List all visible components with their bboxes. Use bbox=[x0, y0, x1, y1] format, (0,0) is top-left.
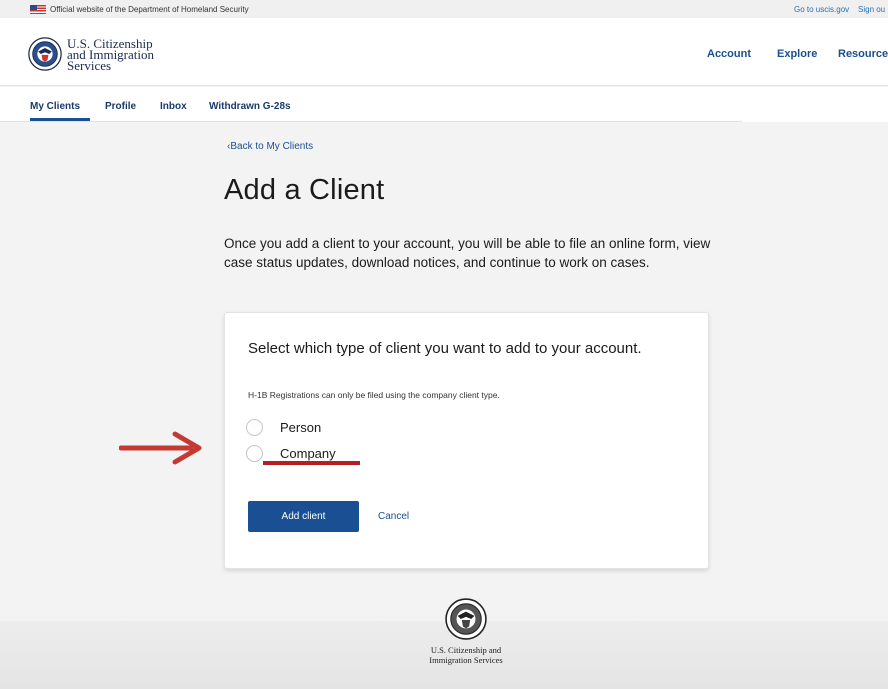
sub-nav-divider bbox=[0, 121, 742, 122]
sign-out-link[interactable]: Sign ou bbox=[858, 5, 885, 14]
sub-nav: My Clients Profile Inbox Withdrawn G-28s bbox=[0, 87, 888, 122]
nav-explore[interactable]: Explore bbox=[777, 48, 817, 60]
site-header: U.S. Citizenship and Immigration Service… bbox=[0, 18, 888, 86]
footer-agency-line2: Immigration Services bbox=[429, 655, 503, 665]
back-link-label: Back to My Clients bbox=[230, 141, 314, 152]
tab-inbox[interactable]: Inbox bbox=[160, 101, 187, 113]
footer-agency-name: U.S. Citizenship and Immigration Service… bbox=[380, 645, 552, 665]
tab-profile[interactable]: Profile bbox=[105, 101, 136, 113]
gov-banner-text: Official website of the Department of Ho… bbox=[50, 5, 249, 14]
annotation-underline bbox=[263, 461, 360, 465]
back-to-my-clients-link[interactable]: ‹Back to My Clients bbox=[227, 141, 313, 153]
radio-company-label[interactable]: Company bbox=[280, 446, 336, 461]
gov-banner: Official website of the Department of Ho… bbox=[0, 0, 888, 18]
client-type-card: Select which type of client you want to … bbox=[224, 312, 709, 569]
radio-person-label[interactable]: Person bbox=[280, 420, 321, 435]
go-to-uscis-link[interactable]: Go to uscis.gov bbox=[794, 5, 849, 14]
card-heading: Select which type of client you want to … bbox=[248, 340, 642, 357]
tab-my-clients[interactable]: My Clients bbox=[30, 101, 80, 113]
cancel-link[interactable]: Cancel bbox=[378, 511, 409, 523]
annotation-arrow-icon bbox=[119, 431, 202, 465]
radio-person[interactable] bbox=[246, 419, 263, 436]
footer-agency-line1: U.S. Citizenship and bbox=[430, 645, 502, 655]
add-client-button[interactable]: Add client bbox=[248, 501, 359, 532]
nav-account[interactable]: Account bbox=[707, 48, 751, 60]
page-title: Add a Client bbox=[224, 174, 385, 206]
us-flag-icon bbox=[30, 5, 46, 14]
dhs-seal-footer-icon bbox=[445, 598, 487, 640]
h1b-note: H-1B Registrations can only be filed usi… bbox=[248, 390, 500, 400]
dhs-seal-icon[interactable] bbox=[28, 37, 62, 71]
intro-text: Once you add a client to your account, y… bbox=[224, 236, 711, 270]
tab-withdrawn-g28s[interactable]: Withdrawn G-28s bbox=[209, 101, 291, 113]
radio-company[interactable] bbox=[246, 445, 263, 462]
agency-name[interactable]: U.S. Citizenship and Immigration Service… bbox=[67, 37, 154, 72]
nav-resources[interactable]: Resources bbox=[838, 48, 888, 60]
